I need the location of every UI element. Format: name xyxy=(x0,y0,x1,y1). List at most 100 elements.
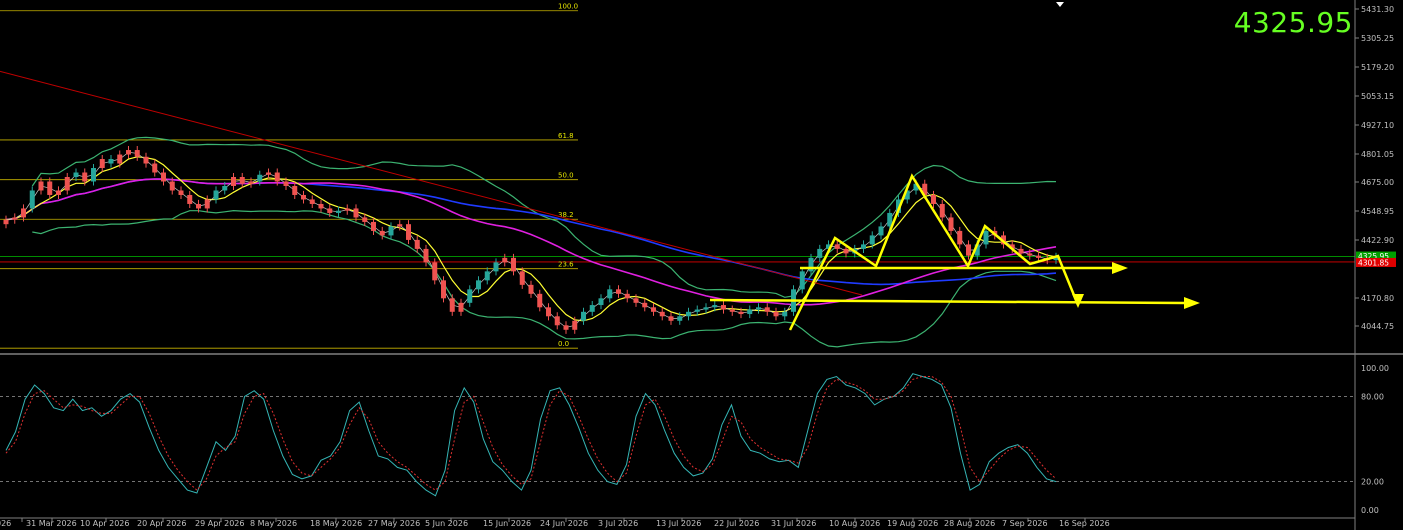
time-tick-label: 31 Mar 2026 xyxy=(26,519,77,528)
candle-body xyxy=(309,199,315,204)
candle-body xyxy=(554,316,560,326)
candle-body xyxy=(38,181,44,191)
candle-body xyxy=(721,305,726,310)
candle-body xyxy=(406,224,411,240)
bid-price-tag: 4301.85 xyxy=(1358,258,1389,267)
time-tick-label: 026 xyxy=(0,519,11,528)
candle-body xyxy=(47,181,53,195)
candle-body xyxy=(266,172,271,175)
candle-body xyxy=(108,159,114,164)
candle-body xyxy=(581,311,586,321)
candle-body xyxy=(73,172,79,177)
time-tick-label: 8 May 2026 xyxy=(250,519,297,528)
time-tick-label: 15 Jun 2026 xyxy=(483,519,531,528)
price-tick-label: 5053.15 xyxy=(1361,92,1394,101)
candle-body xyxy=(502,257,508,263)
fib-level-label: 50.0 xyxy=(558,172,574,180)
candle-body xyxy=(257,174,263,182)
candle-body xyxy=(467,289,473,303)
candle-body xyxy=(546,307,551,317)
candle-body xyxy=(493,262,499,272)
osc-tick-label: 0.00 xyxy=(1361,506,1379,515)
candle-body xyxy=(126,150,131,155)
candle-body xyxy=(397,224,403,227)
candle-body xyxy=(152,163,158,173)
candle-body xyxy=(99,159,105,169)
candle-body xyxy=(222,185,228,191)
candle-body xyxy=(616,289,621,294)
price-tick-label: 5305.25 xyxy=(1361,34,1394,43)
candle-body xyxy=(931,194,936,204)
price-tick-label: 5179.20 xyxy=(1361,63,1394,72)
candle-body xyxy=(414,239,420,249)
candle-body xyxy=(3,219,9,225)
osc-tick-label: 20.00 xyxy=(1361,478,1384,487)
candle-body xyxy=(213,190,219,200)
candle-body xyxy=(878,226,884,236)
candle-body xyxy=(966,244,971,256)
candle-body xyxy=(64,177,70,191)
candle-body xyxy=(633,298,639,303)
candle-body xyxy=(598,298,604,306)
price-tick-label: 4044.75 xyxy=(1361,322,1394,331)
candle-body xyxy=(91,168,96,182)
candle-body xyxy=(371,221,376,231)
candle-body xyxy=(939,203,945,218)
candle-body xyxy=(651,307,656,312)
candle-body xyxy=(134,150,140,157)
candle-body xyxy=(344,208,350,211)
candle-body xyxy=(283,181,289,186)
fib-level-label: 0.0 xyxy=(558,340,569,348)
candle-body xyxy=(817,248,823,258)
current-price-display: 4325.95 xyxy=(1233,6,1353,39)
candle-body xyxy=(738,311,744,315)
candle-body xyxy=(843,248,849,254)
price-tick-label: 5431.30 xyxy=(1361,5,1394,14)
candle-body xyxy=(292,185,298,195)
candle-body xyxy=(56,190,61,195)
time-tick-label: 29 Apr 2026 xyxy=(195,519,244,528)
candle-body xyxy=(362,217,368,222)
time-tick-label: 31 Jul 2026 xyxy=(771,519,816,528)
candle-body xyxy=(1036,255,1041,258)
candle-body xyxy=(642,302,648,308)
candle-body xyxy=(327,208,333,213)
time-tick-label: 27 May 2026 xyxy=(368,519,420,528)
candle-body xyxy=(458,302,464,312)
candle-body xyxy=(869,235,875,245)
candle-body xyxy=(773,311,779,317)
candle-body xyxy=(353,208,359,218)
price-chart[interactable]: 100.061.850.038.223.60.0 5431.305305.255… xyxy=(0,0,1403,530)
candle-body xyxy=(624,293,630,299)
candle-body xyxy=(21,208,26,218)
time-tick-label: 20 Apr 2026 xyxy=(137,519,186,528)
candle-body xyxy=(82,172,88,182)
candle-body xyxy=(537,293,543,308)
candle-body xyxy=(948,217,954,231)
time-tick-label: 18 May 2026 xyxy=(310,519,362,528)
candle-body xyxy=(143,156,149,164)
candle-body xyxy=(528,284,534,294)
candle-body xyxy=(441,280,446,299)
time-tick-label: 22 Jul 2026 xyxy=(714,519,759,528)
candle-body xyxy=(318,203,324,209)
candle-body xyxy=(589,305,595,312)
price-tick-label: 4548.95 xyxy=(1361,207,1394,216)
candle-body xyxy=(668,316,674,321)
candle-body xyxy=(196,203,201,209)
candle-body xyxy=(799,271,805,290)
time-tick-label: 3 Jul 2026 xyxy=(598,519,638,528)
candle-body xyxy=(423,248,429,263)
candle-body xyxy=(659,311,665,317)
candle-body xyxy=(388,226,394,236)
candle-body xyxy=(694,309,700,312)
candle-body xyxy=(756,307,761,310)
candle-body xyxy=(379,230,385,236)
time-tick-label: 16 Sep 2026 xyxy=(1059,519,1110,528)
time-tick-label: 13 Jul 2026 xyxy=(656,519,701,528)
candle-body xyxy=(1027,253,1033,256)
price-tick-label: 4801.05 xyxy=(1361,150,1394,159)
candle-body xyxy=(712,305,718,308)
candle-body xyxy=(248,181,254,184)
time-tick-label: 24 Jun 2026 xyxy=(540,519,588,528)
